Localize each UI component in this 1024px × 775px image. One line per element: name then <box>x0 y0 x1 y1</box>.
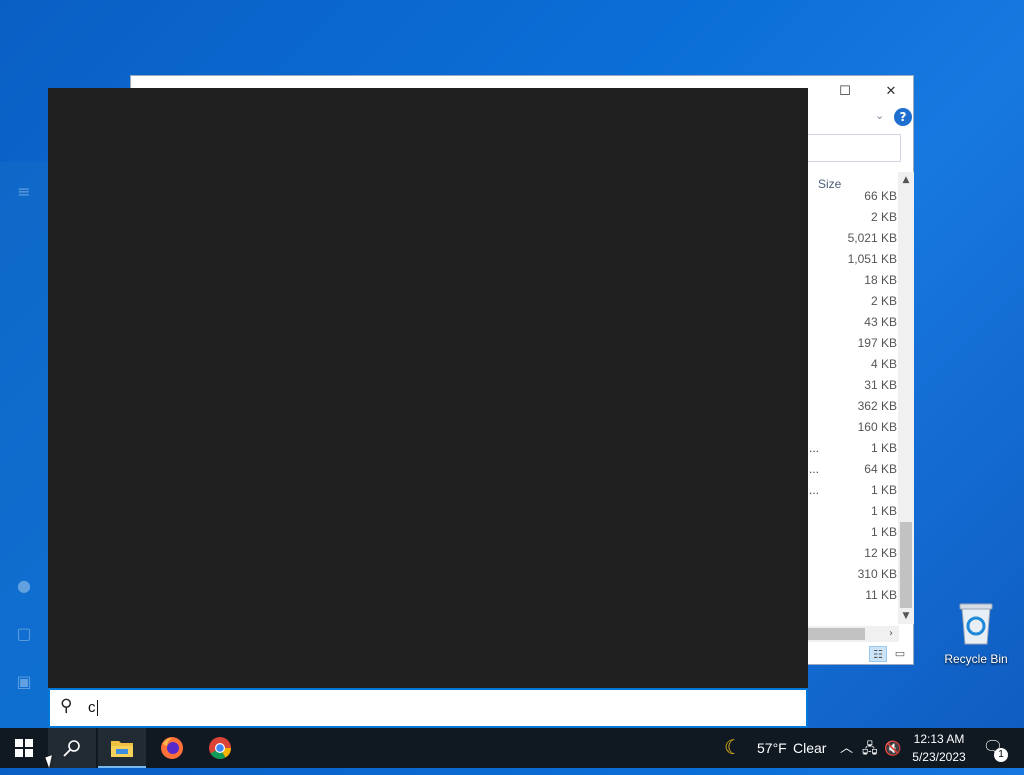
pictures-icon[interactable]: ▣ <box>14 672 34 692</box>
moon-weather-icon[interactable]: ☾ <box>724 728 742 768</box>
file-size: 310 KB <box>857 567 897 581</box>
file-size: 1 KB <box>870 525 897 539</box>
search-results-panel <box>48 88 808 688</box>
scroll-right-icon[interactable]: › <box>889 626 893 642</box>
documents-icon[interactable]: ▢ <box>14 624 34 644</box>
maximize-button[interactable]: ☐ <box>831 82 859 102</box>
status-bar: ☷ ▭ <box>807 644 913 664</box>
chevron-up-icon[interactable]: ︿ <box>840 728 853 768</box>
weather-condition[interactable]: Clear <box>793 728 826 768</box>
scroll-down-icon[interactable]: ▼ <box>898 608 914 624</box>
clock[interactable]: 12:13 AM 5/23/2023 <box>906 730 972 766</box>
file-size: 2 KB <box>870 210 897 224</box>
file-size-row: ... 64 KB <box>807 459 899 480</box>
notification-badge: 1 <box>994 748 1008 762</box>
file-size: 1,051 KB <box>847 252 897 266</box>
scroll-up-icon[interactable]: ▲ <box>898 172 914 188</box>
details-view-icon[interactable]: ☷ <box>869 646 887 662</box>
truncated-name: ... <box>809 483 820 497</box>
user-avatar-icon[interactable]: ● <box>14 576 34 596</box>
search-input[interactable]: c <box>88 699 98 717</box>
file-size: 2 KB <box>870 294 897 308</box>
scroll-thumb[interactable] <box>807 628 865 640</box>
file-size: 64 KB <box>864 462 897 476</box>
recycle-bin-icon <box>959 603 993 645</box>
firefox-taskbar-button[interactable] <box>148 728 196 768</box>
file-size: 4 KB <box>870 357 897 371</box>
hamburger-menu-icon[interactable]: ≡ <box>14 182 34 202</box>
taskbar: ☾ 57°F Clear ︿ 🖧 🔇 12:13 AM 5/23/2023 🗨 … <box>0 728 1024 768</box>
chrome-taskbar-button[interactable] <box>196 728 244 768</box>
start-menu-strip: ≡ ● ▢ ▣ <box>0 162 48 728</box>
file-size: 31 KB <box>864 378 897 392</box>
search-icon <box>63 740 80 757</box>
large-icons-view-icon[interactable]: ▭ <box>891 646 909 662</box>
file-size: 66 KB <box>864 189 897 203</box>
file-size: 1 KB <box>870 483 897 497</box>
truncated-name: ... <box>809 462 820 476</box>
scroll-thumb[interactable] <box>900 522 912 608</box>
windows-logo-icon <box>15 739 33 757</box>
file-size: 12 KB <box>864 546 897 560</box>
search-explorer-field[interactable] <box>807 134 901 162</box>
horizontal-scrollbar[interactable]: › <box>807 626 899 642</box>
size-column: 66 KB 2 KB 5,021 KB 1,051 KB 18 KB 2 KB … <box>807 186 899 606</box>
folder-icon <box>111 741 133 757</box>
file-size-row: ... 1 KB <box>807 480 899 501</box>
volume-muted-icon[interactable]: 🔇 <box>884 728 901 768</box>
search-box[interactable]: ⚲ c <box>48 688 808 728</box>
file-size: 18 KB <box>864 273 897 287</box>
weather-temperature[interactable]: 57°F <box>757 728 787 768</box>
search-icon: ⚲ <box>60 696 73 716</box>
ribbon-expand-icon[interactable]: ⌄ <box>875 109 884 122</box>
clock-time: 12:13 AM <box>913 732 965 746</box>
network-icon[interactable]: 🖧 <box>862 728 878 768</box>
search-query: c <box>88 699 96 716</box>
file-size: 362 KB <box>857 399 897 413</box>
chrome-icon <box>209 737 231 759</box>
help-button[interactable]: ? <box>894 108 912 126</box>
file-size: 1 KB <box>870 504 897 518</box>
recycle-bin-label: Recycle Bin <box>944 652 1008 666</box>
file-size: 1 KB <box>870 441 897 455</box>
recycle-bin-shortcut[interactable]: Recycle Bin <box>942 600 1010 666</box>
text-caret <box>96 700 98 717</box>
file-explorer-taskbar-button[interactable] <box>98 728 146 768</box>
close-button[interactable]: ✕ <box>877 82 905 102</box>
start-button[interactable] <box>0 728 48 768</box>
file-size-row: ... 1 KB <box>807 438 899 459</box>
clock-date: 5/23/2023 <box>912 750 966 764</box>
file-size: 197 KB <box>857 336 897 350</box>
firefox-icon <box>161 737 183 759</box>
vertical-scrollbar[interactable]: ▲ ▼ <box>898 172 914 624</box>
truncated-name: ... <box>809 441 820 455</box>
search-taskbar-button[interactable] <box>48 728 96 768</box>
file-size: 43 KB <box>864 315 897 329</box>
file-size: 11 KB <box>865 588 897 602</box>
file-size: 160 KB <box>857 420 897 434</box>
file-size: 5,021 KB <box>847 231 897 245</box>
